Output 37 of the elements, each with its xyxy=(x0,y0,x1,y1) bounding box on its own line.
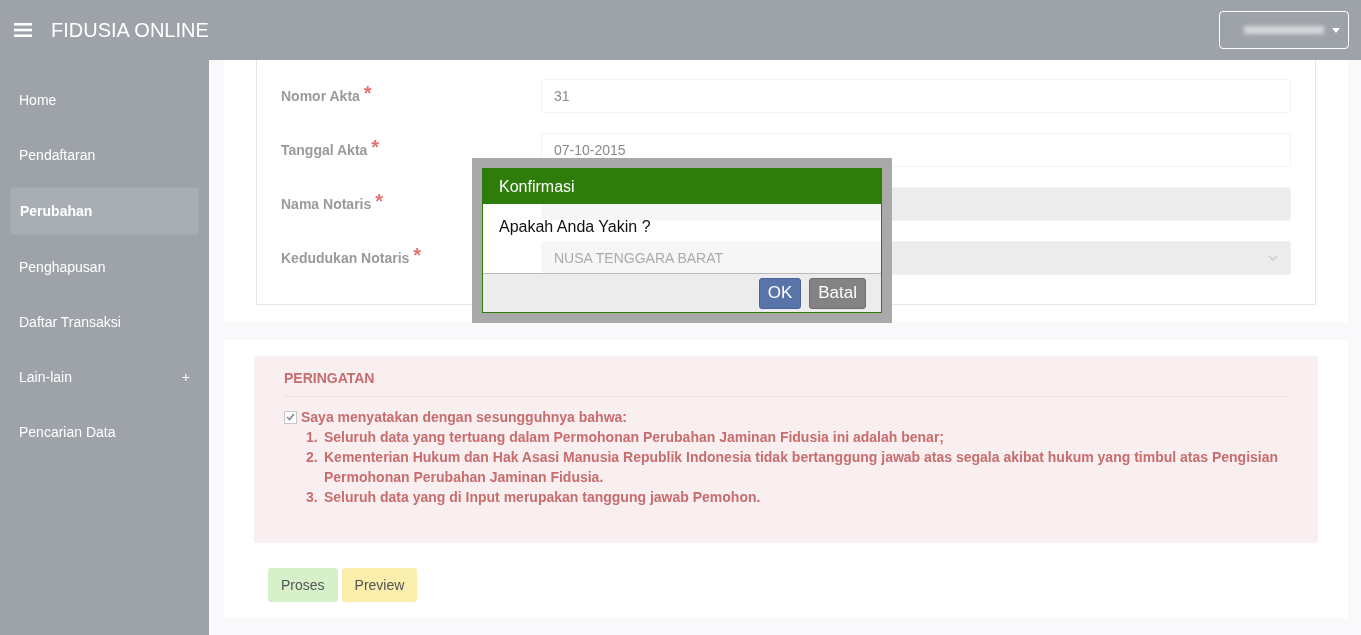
list-number: 1. xyxy=(306,428,319,447)
required-mark: * xyxy=(363,81,372,105)
app-title: FIDUSIA ONLINE xyxy=(51,18,209,42)
dialog-button[interactable]: Batal xyxy=(809,277,866,309)
statement-point: Seluruh data yang tertuang dalam Permohonan Perubahan Jaminan Fidusia ini adalah benar; xyxy=(324,428,945,447)
action-button[interactable]: Preview xyxy=(341,568,418,602)
sidebar-item[interactable]: Perubahan xyxy=(10,187,199,235)
sidebar-item[interactable]: Pendaftaran xyxy=(10,132,199,178)
dialog-title: Konfirmasi xyxy=(483,169,881,204)
required-mark: * xyxy=(371,135,380,159)
field-label: Nama Notaris xyxy=(281,196,372,212)
list-number: 2. xyxy=(306,448,319,467)
user-menu-button[interactable] xyxy=(1219,11,1349,49)
list-number: 3. xyxy=(306,488,319,507)
action-button[interactable]: Proses xyxy=(268,568,338,602)
required-mark: * xyxy=(375,189,384,213)
required-mark: * xyxy=(413,243,422,267)
sidebar-item[interactable]: Home xyxy=(10,77,199,123)
statement-point: Kementerian Hukum dan Hak Asasi Manusia Republik Indonesia tidak bertanggung jawab atas segala akibat hukum yang timbul atas Pengisian Permohonan Perubahan Jaminan Fidusia. xyxy=(324,448,1280,487)
field-label: Kedudukan Notaris xyxy=(281,250,410,266)
sidebar-item[interactable]: Lain-lain + xyxy=(10,354,199,400)
dialog-message: Apakah Anda Yakin ? xyxy=(499,218,651,236)
input-field[interactable]: 31 xyxy=(541,79,1291,113)
sidebar-item[interactable]: Pencarian Data xyxy=(10,409,199,455)
checkbox[interactable] xyxy=(284,410,297,424)
field-label: Nomor Akta xyxy=(281,88,360,104)
dialog-button[interactable]: OK xyxy=(758,277,802,309)
statement-text: Saya menyatakan dengan sesungguhnya bahwa: xyxy=(301,408,627,427)
sidebar-item[interactable]: Daftar Transaksi xyxy=(10,299,199,345)
menu-icon[interactable] xyxy=(14,23,32,37)
expand-toggle[interactable]: + xyxy=(181,369,190,385)
warning-title: PERINGATAN xyxy=(284,370,1288,397)
caret-icon xyxy=(1332,27,1340,33)
chevron-down-icon xyxy=(1268,254,1278,262)
field-label: Tanggal Akta xyxy=(281,142,368,158)
sidebar-item[interactable]: Penghapusan xyxy=(10,244,199,290)
statement-point: Seluruh data yang di Input merupakan tanggung jawab Pemohon. xyxy=(324,488,761,507)
